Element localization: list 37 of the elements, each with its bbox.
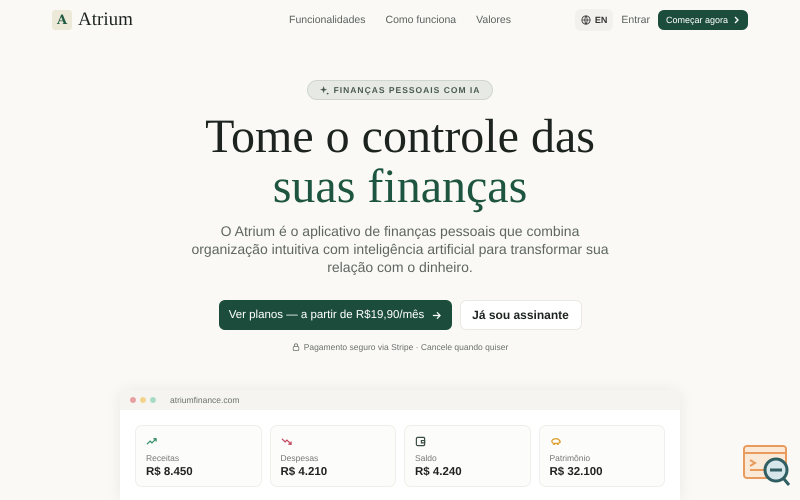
url-text: atriumfinance.com [170, 395, 240, 405]
arrow-right-icon [432, 310, 442, 320]
hero-title: Tome o controle das [205, 112, 595, 162]
plans-button[interactable]: Ver planos — a partir de R$19,90/mês [218, 300, 452, 330]
stat-value: R$ 8.450 [146, 466, 193, 478]
window-dot-icon [130, 397, 136, 403]
window-dot-icon [150, 397, 156, 403]
hero-description: O Atrium é o aplicativo de finanças pessoais que combina organização intuitiva com inteligência artificial para transformar sua relação com o dinheiro. [190, 222, 610, 276]
nav-link[interactable]: Funcionalidades [289, 14, 366, 26]
nav-link[interactable]: Como funciona [386, 14, 456, 26]
globe-icon [580, 15, 591, 25]
stat-value: R$ 4.210 [280, 466, 328, 478]
piggy-bank-icon [550, 436, 560, 447]
sparkle-icon [320, 86, 329, 94]
chevron-right-icon [732, 16, 740, 24]
login-link[interactable]: Entrar [621, 14, 650, 26]
stat-value: R$ 32.100 [550, 466, 603, 478]
nav-link[interactable]: Valores [476, 14, 511, 26]
subscriber-button[interactable]: Já sou assinante [460, 300, 582, 330]
lock-icon [292, 343, 300, 351]
brand-name[interactable]: Atrium [78, 9, 133, 31]
stat-value: R$ 4.240 [415, 466, 462, 478]
stat-label: Patrimônio [550, 453, 590, 463]
trend-down-icon [280, 436, 292, 447]
trend-up-icon [146, 436, 157, 447]
category-badge: FINANÇAS PESSOAIS COM IA [306, 80, 494, 100]
stat-label: Receitas [146, 453, 180, 463]
wallet-icon [415, 436, 426, 447]
stat-label: Saldo [415, 453, 437, 463]
payment-note: Pagamento seguro via Stripe · Cancele quando quiser [304, 342, 508, 352]
language-button[interactable]: EN [574, 9, 614, 31]
stat-label: Despesas [280, 453, 318, 463]
start-button[interactable]: Começar agora [658, 10, 748, 30]
logo-icon[interactable]: A [52, 10, 72, 30]
window-dot-icon [140, 397, 146, 403]
hero-title: suas finanças [272, 162, 528, 212]
search-document-icon[interactable] [742, 444, 792, 488]
